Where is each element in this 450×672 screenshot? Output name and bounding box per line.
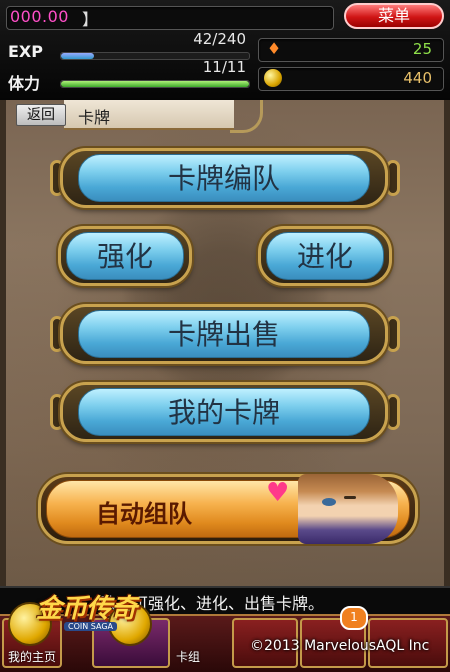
notification-badge: 1 <box>340 606 368 630</box>
sell-cards-button[interactable]: 卡牌出售 <box>78 310 370 358</box>
ornament-right <box>386 160 400 196</box>
guide-character-avatar <box>298 474 398 544</box>
exp-label: EXP <box>8 42 43 61</box>
gem-count: 25 <box>412 40 432 58</box>
menu-button[interactable]: 菜单 <box>344 3 444 29</box>
back-button[interactable]: 返回 <box>16 104 66 126</box>
game-logo: 金币传奇 <box>36 594 137 624</box>
page-title: 卡牌 <box>78 108 111 127</box>
stamina-value: 11/11 <box>202 58 246 76</box>
copyright-text: ©2013 MarvelousAQL Inc <box>250 638 430 654</box>
stamina-label: 体力 <box>8 74 41 93</box>
exp-value: 42/240 <box>193 30 246 48</box>
gem-icon: ♦ <box>266 39 282 58</box>
evolve-button[interactable]: 进化 <box>266 232 384 280</box>
game-logo-subtitle: COIN SAGA <box>64 622 117 631</box>
character-eye <box>322 498 336 506</box>
enhance-button[interactable]: 强化 <box>66 232 184 280</box>
exp-bar-fill <box>61 53 94 59</box>
background-emblem <box>120 190 330 400</box>
money-value: 000.00 <box>10 7 69 26</box>
tab-home-label: 我的主页 <box>8 650 57 664</box>
ornament-right <box>386 394 400 430</box>
tab-deck-label: 卡组 <box>176 650 201 664</box>
form-team-button[interactable]: 卡牌编队 <box>78 154 370 202</box>
auto-team-label: 自动组队 <box>96 500 192 528</box>
money-bracket: 】 <box>82 10 99 29</box>
coin-count: 440 <box>403 69 432 87</box>
stamina-bar-fill <box>61 81 249 87</box>
ornament-right <box>386 316 400 352</box>
my-cards-button[interactable]: 我的卡牌 <box>78 388 370 436</box>
stamina-bar <box>60 80 250 88</box>
heart-icon: ♥ <box>266 478 290 508</box>
coin-icon <box>264 69 282 87</box>
character-eye-wink <box>344 496 356 499</box>
